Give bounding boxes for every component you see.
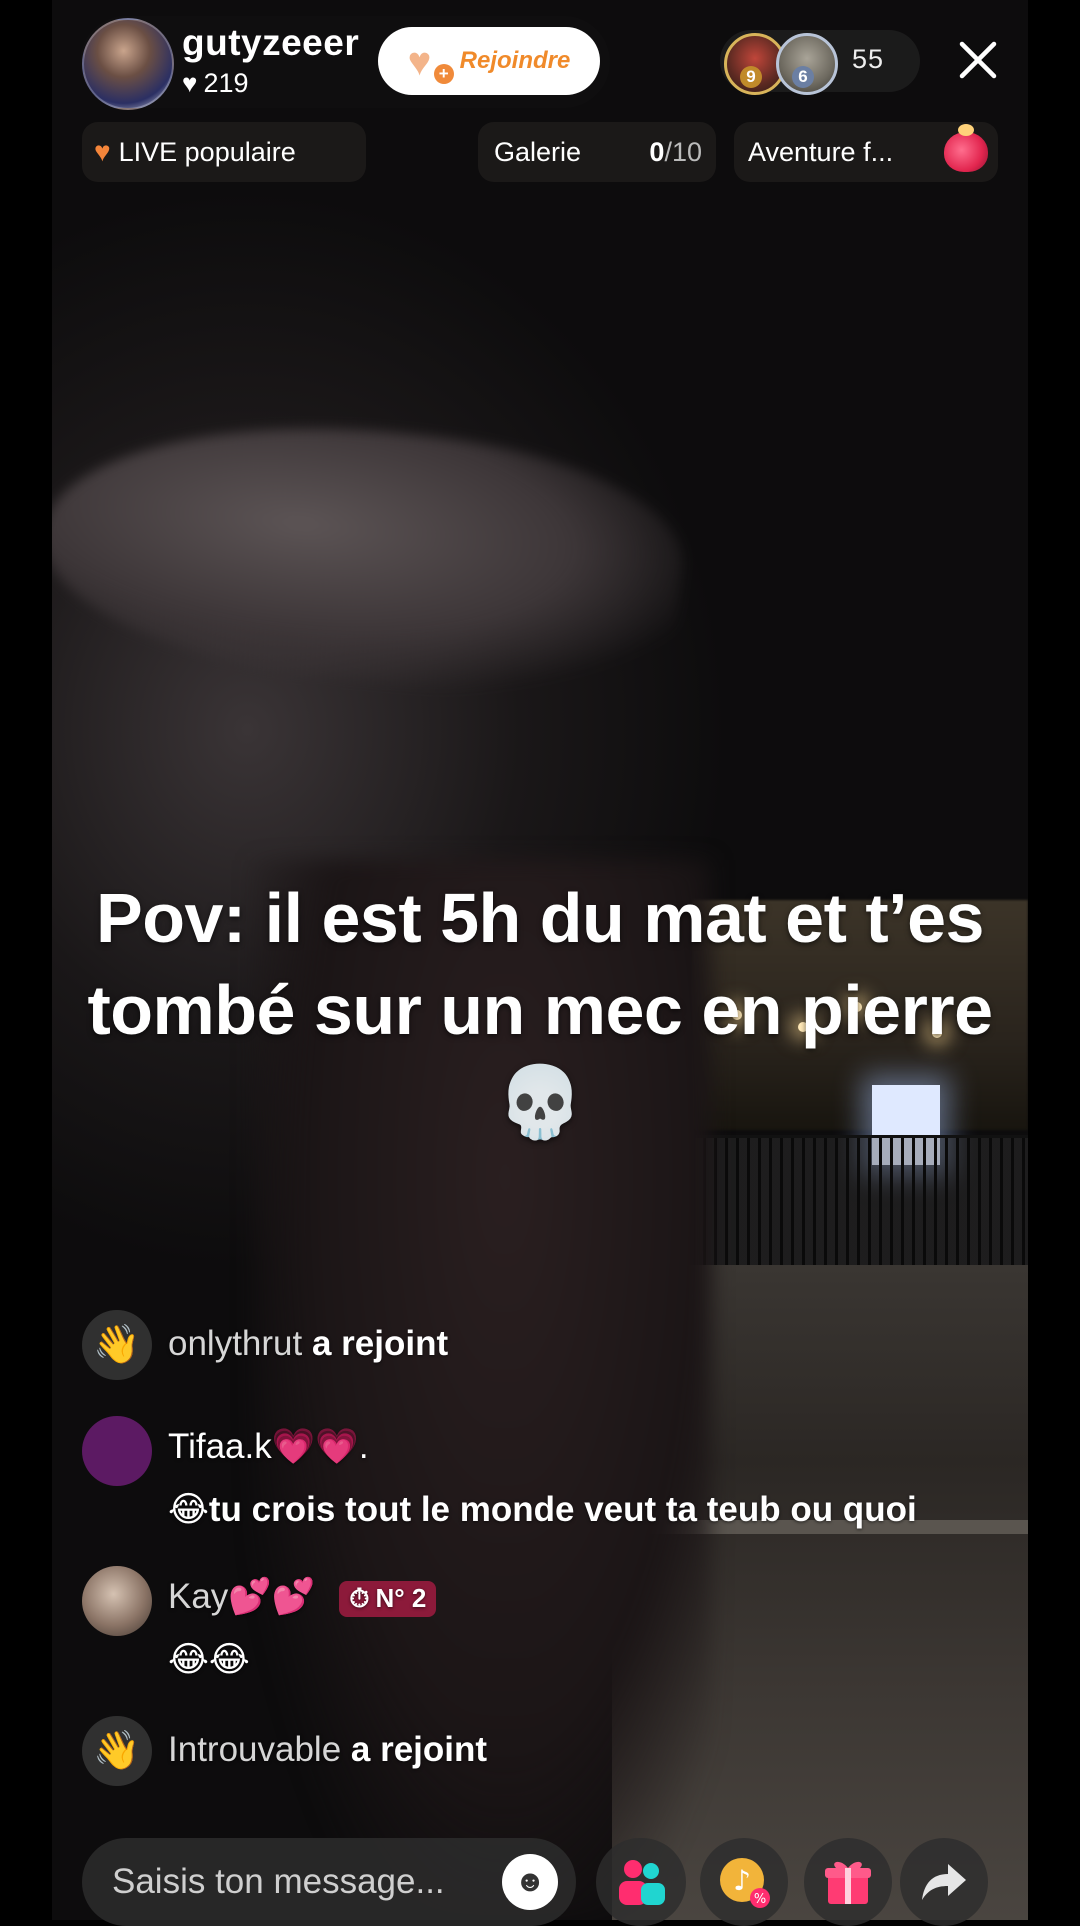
flame-icon: ♥ xyxy=(94,136,111,167)
video-caption: Pov: il est 5h du mat et t’es tombé sur … xyxy=(40,872,1040,1148)
treasure-bag-icon xyxy=(944,124,988,172)
heart-icon: ♥ xyxy=(182,68,198,98)
chat-join-event: 👋 Introuvable a rejoint xyxy=(82,1716,487,1786)
gallery-chip[interactable]: Galerie 0/10 xyxy=(478,122,716,182)
people-icon xyxy=(619,1860,665,1905)
stopwatch-icon: ⏱ xyxy=(349,1582,370,1613)
chat-username[interactable]: onlythrut xyxy=(168,1324,302,1363)
chat-avatar[interactable] xyxy=(82,1416,152,1486)
gift-icon xyxy=(825,1861,871,1904)
chat-join-suffix: a rejoint xyxy=(311,1324,449,1363)
wave-hand-icon: 👋 xyxy=(82,1716,152,1786)
live-popular-chip[interactable]: ♥ LIVE populaire xyxy=(82,122,366,182)
chat-message-text: 😂😂 xyxy=(168,1640,250,1679)
video-hand-shape xyxy=(52,397,694,713)
caption-line-1: Pov: il est 5h du mat et t’es xyxy=(96,879,984,957)
gallery-label: Galerie xyxy=(494,136,582,167)
svg-text:♪: ♪ xyxy=(733,1864,751,1897)
heart-plus-icon: ♥ + xyxy=(408,40,454,84)
join-button[interactable]: ♥ + Rejoindre xyxy=(378,27,600,95)
tiktok-shop-button[interactable]: ♪ % xyxy=(700,1838,788,1926)
share-button[interactable] xyxy=(900,1838,988,1926)
host-avatar[interactable] xyxy=(82,18,174,110)
chat-message: Kay💕💕 ⏱ N° 2 😂😂 xyxy=(82,1566,437,1679)
chat-message-text: 😂tu crois tout le monde veut ta teub ou … xyxy=(168,1490,917,1529)
viewer-count[interactable]: 55 xyxy=(852,44,884,75)
caption-line-2: tombé sur un mec en pierre 💀 xyxy=(87,971,993,1141)
chat-message: Tifaa.k💗💗. 😂tu crois tout le monde veut … xyxy=(82,1416,917,1529)
live-popular-label: LIVE populaire xyxy=(118,136,296,167)
gallery-count: 0/10 xyxy=(649,136,702,167)
wave-hand-icon: 👋 xyxy=(82,1310,152,1380)
chat-join-text: Introuvable a rejoint xyxy=(168,1730,487,1770)
chat-user-line: Kay💕💕 ⏱ N° 2 xyxy=(168,1576,437,1617)
gift-button[interactable] xyxy=(804,1838,892,1926)
message-input[interactable]: Saisis ton message... ☻ xyxy=(82,1838,576,1926)
viewer-rank-badge: 9 xyxy=(740,66,762,88)
chat-username[interactable]: Tifaa.k💗💗. xyxy=(168,1426,369,1467)
chat-avatar[interactable] xyxy=(82,1566,152,1636)
chat-join-suffix: a rejoint xyxy=(350,1730,488,1769)
share-arrow-icon xyxy=(922,1864,966,1900)
video-fence xyxy=(692,1135,1028,1268)
chat-join-text: onlythrut a rejoint xyxy=(168,1324,448,1364)
adventure-label: Aventure f... xyxy=(748,136,894,167)
host-likes: ♥ 219 xyxy=(182,68,249,99)
multi-guest-button[interactable] xyxy=(596,1838,686,1926)
close-icon[interactable] xyxy=(956,38,1000,82)
chat-username[interactable]: Introuvable xyxy=(168,1730,341,1769)
host-likes-count: 219 xyxy=(203,68,249,98)
rank-chip: ⏱ N° 2 xyxy=(339,1580,437,1617)
svg-text:%: % xyxy=(754,1892,766,1907)
chat-join-event: 👋 onlythrut a rejoint xyxy=(82,1310,448,1380)
coin-percent-icon: ♪ % xyxy=(720,1858,770,1908)
join-label: Rejoindre xyxy=(459,47,571,74)
chat-username[interactable]: Kay💕💕 xyxy=(168,1577,315,1616)
host-name[interactable]: gutyzeeer xyxy=(182,22,359,64)
message-placeholder: Saisis ton message... xyxy=(112,1862,445,1901)
viewer-rank-badge: 6 xyxy=(792,66,814,88)
emoji-icon[interactable]: ☻ xyxy=(502,1854,558,1910)
adventure-chip[interactable]: Aventure f... xyxy=(734,122,998,182)
